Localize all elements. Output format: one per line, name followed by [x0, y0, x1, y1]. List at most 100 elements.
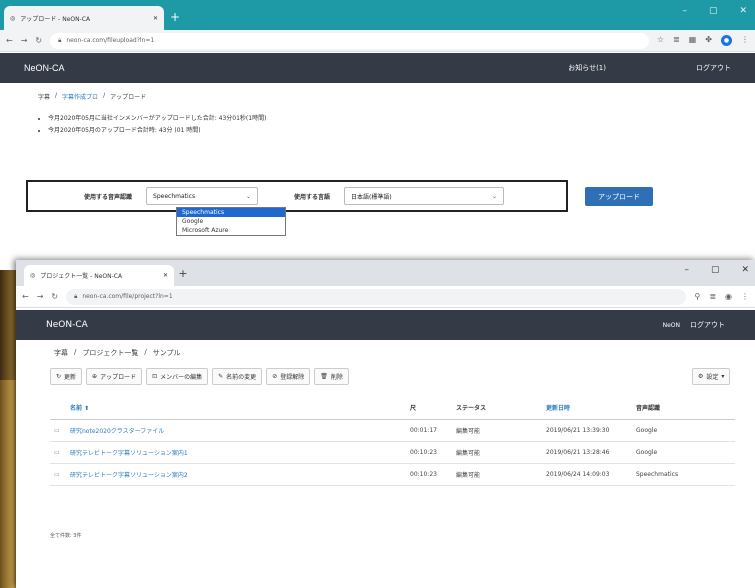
engine-dropdown-list: Speechmatics Google Microsoft Azure: [176, 207, 286, 236]
col-updated[interactable]: 更新日時: [542, 397, 632, 420]
menu-icon[interactable]: ⋮: [741, 292, 749, 301]
col-status[interactable]: ステータス: [452, 397, 542, 420]
key-icon[interactable]: ⚲: [694, 292, 700, 301]
close-icon[interactable]: ✕: [163, 272, 168, 279]
forward-icon[interactable]: →: [37, 292, 44, 301]
menu-icon[interactable]: ⋮: [741, 35, 749, 46]
maximize-icon[interactable]: ▢: [711, 265, 720, 275]
url-field[interactable]: 🔒︎ neon-ca.com/file/project?ln=1: [66, 288, 687, 305]
unlink-icon: ⊘: [272, 373, 278, 380]
tab-bar: ◎ プロジェクト一覧 - NeON-CA ✕ + – ▢ ✕: [16, 260, 755, 286]
minimize-icon[interactable]: –: [684, 265, 689, 275]
engine-option[interactable]: Microsoft Azure: [177, 226, 285, 235]
engine-label: 使用する音声認識: [84, 193, 133, 201]
language-select[interactable]: 日本語(標準語) ⌄: [344, 187, 505, 205]
url-field[interactable]: 🔒︎ neon-ca.com/fileupload?ln=1: [50, 32, 649, 49]
back-icon[interactable]: ←: [6, 36, 13, 45]
trash-icon: 🗑︎: [320, 373, 328, 380]
maximize-icon[interactable]: ▢: [709, 6, 718, 16]
status-cell: 編集可能: [452, 419, 542, 442]
table-row[interactable]: ▭ 研究テレビトーク字幕ソリューション案内2 00:10:23 編集可能 201…: [50, 463, 735, 486]
delete-button[interactable]: 🗑︎ 削除: [314, 368, 349, 385]
profile-avatar[interactable]: ●: [721, 35, 732, 46]
sort-up-icon: ⬆: [84, 405, 90, 413]
engine-select[interactable]: Speechmatics ⌄: [146, 187, 259, 205]
updated-cell: 2019/06/24 14:09:03: [542, 463, 632, 486]
chevron-down-icon: ⌄: [245, 192, 252, 200]
file-icon: ▭: [50, 441, 66, 464]
browser-tab[interactable]: ◎ プロジェクト一覧 - NeON-CA ✕: [24, 265, 174, 286]
project-name-link[interactable]: 研究テレビトーク字幕ソリューション案内2: [66, 463, 406, 486]
extensions: ☆ ≣ ▦ ✤ ● ⋮: [657, 35, 749, 46]
breadcrumb-item[interactable]: プロジェクト一覧: [82, 348, 138, 358]
browser-tab[interactable]: ◎ アップロード - NeON-CA ✕: [4, 6, 164, 30]
table-row[interactable]: ▭ 研究テレビトーク字幕ソリューション案内1 00:10:23 編集可能 201…: [50, 441, 735, 464]
project-toolbar: ↻ 更新 ⊕ アップロード ⊡ メンバーの編集 ✎ 名前の変更 ⊘ 登録解除 🗑︎ 削除: [50, 368, 349, 385]
profile-icon[interactable]: ◉: [725, 292, 732, 301]
puzzle-icon[interactable]: ✤: [705, 35, 712, 46]
reader-icon[interactable]: ≣: [709, 292, 716, 301]
row-count: 全て件数: 3件: [50, 533, 82, 539]
table-row[interactable]: ▭ 研究note2020クラスターファイル 00:01:17 編集可能 2019…: [50, 419, 735, 442]
close-window-icon[interactable]: ✕: [739, 6, 747, 16]
globe-icon: ◎: [10, 14, 16, 22]
engine-option[interactable]: Google: [177, 217, 285, 226]
col-duration[interactable]: 尺: [406, 397, 452, 420]
address-bar: ← → ↻ 🔒︎ neon-ca.com/file/project?ln=1 ⚲…: [16, 286, 755, 308]
settings-button[interactable]: ⚙ 設定 ▾: [692, 368, 731, 385]
forward-icon[interactable]: →: [21, 36, 28, 45]
brand-logo[interactable]: NeON-CA: [46, 320, 88, 330]
breadcrumb-item[interactable]: 字幕: [38, 92, 50, 101]
upload-button[interactable]: アップロード: [585, 187, 653, 206]
brand-logo[interactable]: NeON-CA: [24, 63, 65, 73]
file-icon: ▭: [50, 419, 66, 442]
reader-icon[interactable]: ≣: [673, 35, 680, 46]
project-name-link[interactable]: 研究note2020クラスターファイル: [66, 419, 406, 442]
extension-icon[interactable]: ▦: [689, 35, 697, 46]
nav-logout[interactable]: ログアウト: [696, 63, 731, 73]
edit-members-button[interactable]: ⊡ メンバーの編集: [146, 368, 209, 385]
engine-cell: Speechmatics: [632, 463, 735, 486]
back-icon[interactable]: ←: [22, 292, 29, 301]
reload-icon[interactable]: ↻: [35, 36, 42, 45]
project-table: 名前 ⬆ 尺 ステータス 更新日時 音声認識 ▭ 研究note2020クラスター…: [50, 397, 735, 486]
url-text: neon-ca.com/fileupload?ln=1: [66, 37, 155, 44]
breadcrumb-item[interactable]: 字幕作成プロ: [62, 92, 98, 101]
engine-cell: Google: [632, 419, 735, 442]
unregister-button[interactable]: ⊘ 登録解除: [266, 368, 311, 385]
rename-button[interactable]: ✎ 名前の変更: [212, 368, 263, 385]
globe-icon: ◎: [30, 272, 36, 279]
project-name-link[interactable]: 研究テレビトーク字幕ソリューション案内1: [66, 441, 406, 464]
note-item: 今月2020年05月に当社インメンバーがアップロードした合計: 43分01秒(1…: [48, 113, 266, 125]
minimize-icon[interactable]: –: [682, 6, 687, 16]
browser-window-projects: ◎ プロジェクト一覧 - NeON-CA ✕ + – ▢ ✕ ← → ↻ 🔒︎ …: [16, 260, 755, 588]
usage-notes: 今月2020年05月に当社インメンバーがアップロードした合計: 43分01秒(1…: [48, 113, 266, 137]
upload-button[interactable]: ⊕ アップロード: [86, 368, 143, 385]
duration-cell: 00:10:23: [406, 441, 452, 464]
col-engine[interactable]: 音声認識: [632, 397, 735, 420]
duration-cell: 00:10:23: [406, 463, 452, 486]
new-tab-button[interactable]: +: [167, 9, 183, 25]
star-icon[interactable]: ☆: [657, 35, 664, 46]
extensions: ⚲ ≣ ◉ ⋮: [694, 292, 749, 301]
status-cell: 編集可能: [452, 441, 542, 464]
engine-option[interactable]: Speechmatics: [177, 208, 285, 217]
close-icon[interactable]: ✕: [153, 15, 158, 22]
breadcrumb-item[interactable]: 字幕: [54, 348, 68, 358]
reload-icon[interactable]: ↻: [51, 292, 58, 301]
address-bar: ← → ↻ 🔒︎ neon-ca.com/fileupload?ln=1 ☆ ≣…: [0, 30, 755, 52]
close-window-icon[interactable]: ✕: [741, 265, 749, 275]
nav-logout[interactable]: ログアウト: [690, 320, 725, 330]
window-controls: – ▢ ✕: [682, 6, 747, 16]
pencil-icon: ✎: [218, 373, 224, 380]
nav-notifications[interactable]: お知らせ(1): [568, 63, 606, 73]
gear-icon: ⚙: [698, 373, 704, 380]
engine-cell: Google: [632, 441, 735, 464]
engine-value: Speechmatics: [153, 192, 196, 200]
refresh-button[interactable]: ↻ 更新: [50, 368, 83, 385]
app-header: NeON-CA NeON ログアウト: [16, 310, 755, 340]
col-name[interactable]: 名前 ⬆: [66, 397, 406, 420]
user-name[interactable]: NeON: [663, 322, 680, 329]
new-tab-button[interactable]: +: [176, 267, 190, 281]
tab-title: プロジェクト一覧 - NeON-CA: [40, 273, 123, 280]
